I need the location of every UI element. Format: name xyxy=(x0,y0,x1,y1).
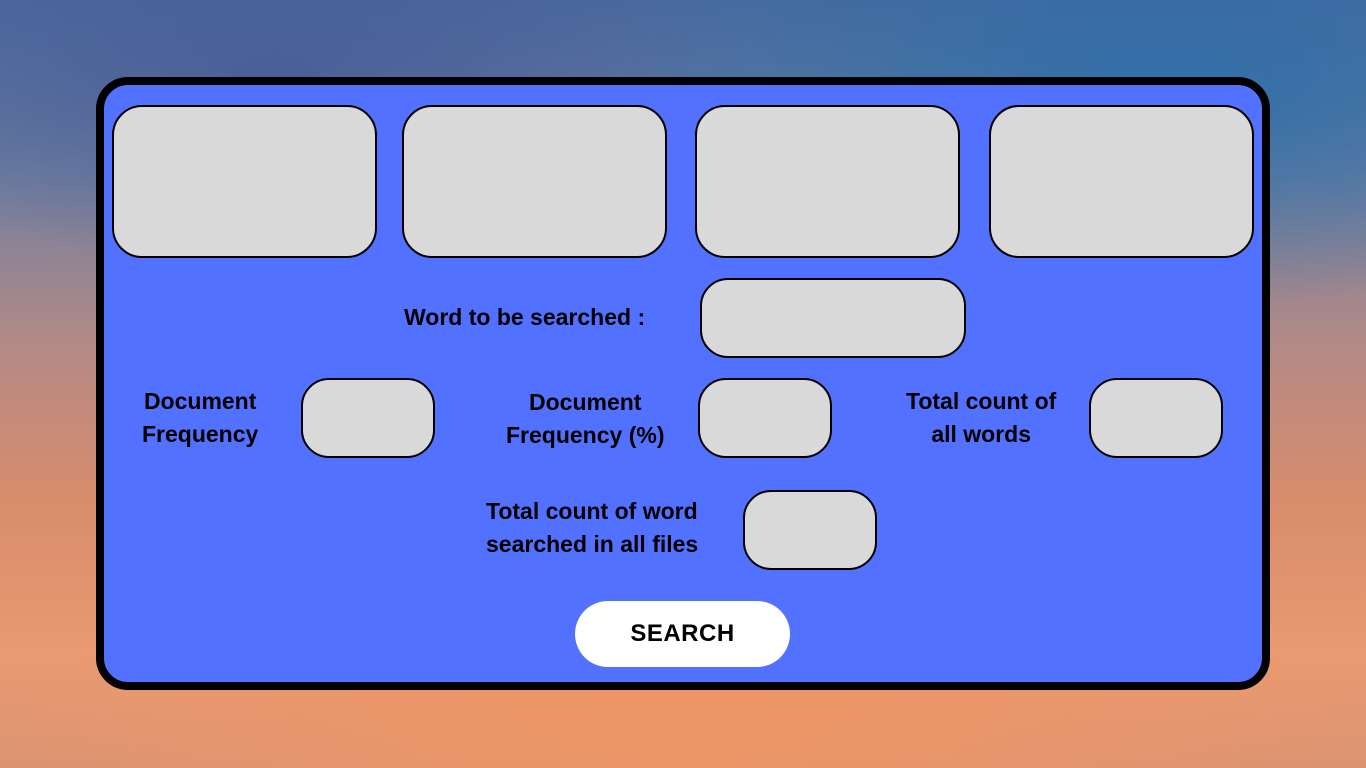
total-words-label-line2: all words xyxy=(931,421,1032,447)
total-searched-field[interactable] xyxy=(743,490,877,570)
document-frequency-label: Document Frequency xyxy=(142,385,258,451)
total-searched-label-line1: Total count of word xyxy=(486,498,698,524)
word-search-label-text: Word to be searched : xyxy=(404,304,646,330)
document-frequency-label-line1: Document xyxy=(143,388,257,414)
document-frequency-percent-field[interactable] xyxy=(698,378,832,458)
document-frequency-label-line2: Frequency xyxy=(142,421,259,447)
search-panel: Word to be searched : Document Frequency… xyxy=(96,77,1270,690)
document-frequency-percent-label-line2: Frequency (%) xyxy=(506,422,665,448)
word-search-label: Word to be searched : xyxy=(404,301,645,334)
total-words-label: Total count of all words xyxy=(906,385,1056,451)
total-searched-label: Total count of word searched in all file… xyxy=(486,495,698,561)
file-box-2[interactable] xyxy=(402,105,667,258)
total-searched-label-line2: searched in all files xyxy=(486,531,699,557)
word-search-input[interactable] xyxy=(700,278,966,358)
total-words-field[interactable] xyxy=(1089,378,1223,458)
file-box-4[interactable] xyxy=(989,105,1254,258)
document-frequency-percent-label-line1: Document xyxy=(529,389,642,415)
search-button-label: SEARCH xyxy=(630,620,735,647)
file-box-1[interactable] xyxy=(112,105,377,258)
document-frequency-field[interactable] xyxy=(301,378,435,458)
document-frequency-percent-label: Document Frequency (%) xyxy=(506,386,664,452)
file-box-3[interactable] xyxy=(695,105,960,258)
search-button[interactable]: SEARCH xyxy=(575,601,790,667)
total-words-label-line1: Total count of xyxy=(906,388,1057,414)
